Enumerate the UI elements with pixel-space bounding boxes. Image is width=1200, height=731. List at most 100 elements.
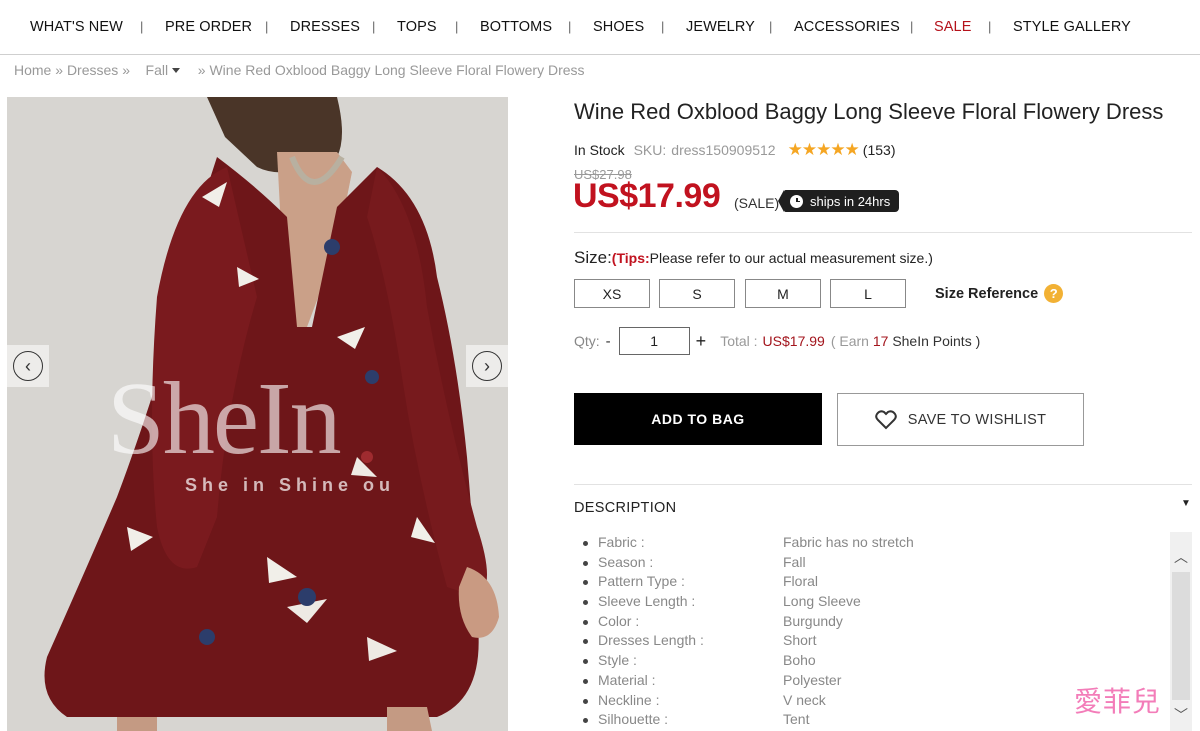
nav-separator: | [455, 19, 459, 34]
gallery-prev-button[interactable]: ‹ [7, 345, 49, 387]
tips-label: (Tips: [611, 250, 650, 266]
clock-icon [790, 194, 803, 208]
qty-label: Qty: [574, 333, 600, 349]
breadcrumb-dresses[interactable]: Dresses [67, 62, 118, 78]
nav-item-shoes[interactable]: SHOES [593, 19, 644, 35]
top-nav: WHAT'S NEW | PRE ORDER | DRESSES | TOPS … [0, 0, 1200, 55]
caret-down-icon[interactable] [172, 68, 181, 73]
nav-separator: | [769, 19, 773, 34]
nav-item-jewelry[interactable]: JEWELRY [686, 19, 755, 35]
nav-item-pre-order[interactable]: PRE ORDER [165, 19, 252, 35]
watermark: SheIn [107, 361, 342, 476]
nav-item-accessories[interactable]: ACCESSORIES [794, 19, 900, 35]
earn-points-value: 17 [872, 333, 889, 349]
list-item: Dresses Length : Short [583, 632, 1163, 652]
triangle-down-icon[interactable]: ▼ [1181, 498, 1191, 509]
description-heading[interactable]: DESCRIPTION [574, 500, 676, 516]
nav-item-bottoms[interactable]: BOTTOMS [480, 19, 552, 35]
attribute-value: Polyester [783, 671, 842, 688]
nav-separator: | [568, 19, 572, 34]
bullet-icon [583, 600, 588, 606]
attribute-value: Fabric has no stretch [783, 534, 914, 550]
list-item: Color : Burgundy [583, 613, 1163, 633]
bullet-icon [583, 619, 588, 625]
divider [574, 232, 1192, 233]
bullet-icon [583, 541, 588, 546]
save-to-wishlist-button[interactable]: SAVE TO WISHLIST [837, 393, 1084, 446]
total-value: US$17.99 [762, 333, 825, 349]
rating-stars-icon[interactable]: ★★★★★ [788, 140, 860, 160]
qty-decrement-button[interactable]: - [606, 333, 611, 350]
attribute-key: Dresses Length : [598, 632, 704, 649]
attribute-value: Fall [783, 553, 806, 570]
sku-label: SKU: [633, 142, 667, 158]
chevron-up-icon[interactable]: ︿ [1170, 546, 1192, 568]
ships-badge-label: ships in 24hrs [810, 193, 891, 209]
size-option-s[interactable]: S [659, 279, 735, 308]
total-label: Total : [720, 333, 758, 349]
nav-item-style-gallery[interactable]: STYLE GALLERY [1013, 19, 1131, 35]
breadcrumb-home[interactable]: Home [14, 62, 51, 78]
sale-tag: (SALE) [734, 195, 780, 211]
attribute-value: Boho [783, 652, 816, 669]
bullet-icon [583, 560, 588, 566]
attribute-key: Style : [598, 652, 637, 669]
attribute-key: Pattern Type : [598, 573, 685, 590]
ships-badge: ships in 24hrs [777, 190, 900, 212]
bullet-icon [583, 718, 588, 724]
nav-item-sale[interactable]: SALE [934, 19, 971, 35]
nav-separator: | [988, 19, 992, 34]
tips-text: Please refer to our actual measurement s… [649, 250, 933, 266]
description-scrollbar[interactable]: ︿ ﹀ [1170, 532, 1192, 731]
breadcrumb-season[interactable]: Fall [146, 62, 169, 78]
breadcrumb-current: Wine Red Oxblood Baggy Long Sleeve Flora… [209, 62, 585, 78]
breadcrumb-separator: » [55, 62, 64, 78]
size-reference-label: Size Reference [935, 285, 1039, 302]
sku-value: dress150909512 [671, 142, 776, 158]
nav-item-tops[interactable]: TOPS [397, 19, 437, 35]
bullet-icon [583, 639, 588, 645]
attribute-key: Fabric : [598, 534, 645, 550]
attribute-value: Short [783, 632, 817, 649]
heart-icon [874, 409, 897, 429]
nav-item-whats-new[interactable]: WHAT'S NEW [30, 19, 123, 35]
list-item: Sleeve Length : Long Sleeve [583, 593, 1163, 613]
nav-separator: | [661, 19, 665, 34]
earn-points: ( Earn 17 SheIn Points ) [831, 333, 980, 349]
size-option-l[interactable]: L [830, 279, 906, 308]
size-label: Size: [574, 248, 612, 267]
corner-logo: 愛菲兒 [1074, 685, 1162, 718]
list-item: Season : Fall [583, 554, 1163, 574]
chevron-left-icon: ‹ [13, 351, 43, 381]
bullet-icon [583, 580, 588, 586]
qty-input[interactable] [618, 327, 690, 355]
size-heading: Size:(Tips:Please refer to our actual me… [574, 248, 933, 268]
size-option-xs[interactable]: XS [574, 279, 650, 308]
size-reference-link[interactable]: Size Reference ? [935, 284, 1064, 303]
scrollbar-thumb[interactable] [1172, 572, 1190, 700]
size-option-m[interactable]: M [745, 279, 821, 308]
earn-open: ( Earn [830, 333, 869, 349]
stock-status: In Stock [574, 142, 625, 158]
add-to-bag-button[interactable]: ADD TO BAG [574, 393, 822, 445]
breadcrumb: Home » Dresses » Fall » Wine Red Oxblood… [14, 62, 585, 78]
list-item: Style : Boho [583, 652, 1163, 672]
nav-separator: | [265, 19, 269, 34]
gallery-next-button[interactable]: › [466, 345, 508, 387]
nav-item-dresses[interactable]: DRESSES [290, 19, 360, 35]
divider [574, 484, 1192, 485]
qty-increment-button[interactable]: + [696, 331, 707, 352]
breadcrumb-separator: » [122, 62, 130, 78]
bullet-icon [583, 678, 588, 684]
review-count[interactable]: (153) [863, 142, 896, 158]
chevron-down-icon[interactable]: ﹀ [1170, 704, 1192, 726]
stock-line: In Stock SKU: dress150909512 ★★★★★ (153) [574, 140, 895, 160]
help-icon[interactable]: ? [1044, 284, 1064, 303]
product-title: Wine Red Oxblood Baggy Long Sleeve Flora… [574, 99, 1164, 124]
nav-separator: | [140, 19, 144, 34]
watermark-tagline: She in Shine ou [185, 475, 396, 495]
attribute-value: V neck [783, 691, 826, 708]
nav-separator: | [910, 19, 914, 34]
attribute-key: Sleeve Length : [598, 593, 696, 610]
attribute-value: Floral [783, 573, 819, 590]
